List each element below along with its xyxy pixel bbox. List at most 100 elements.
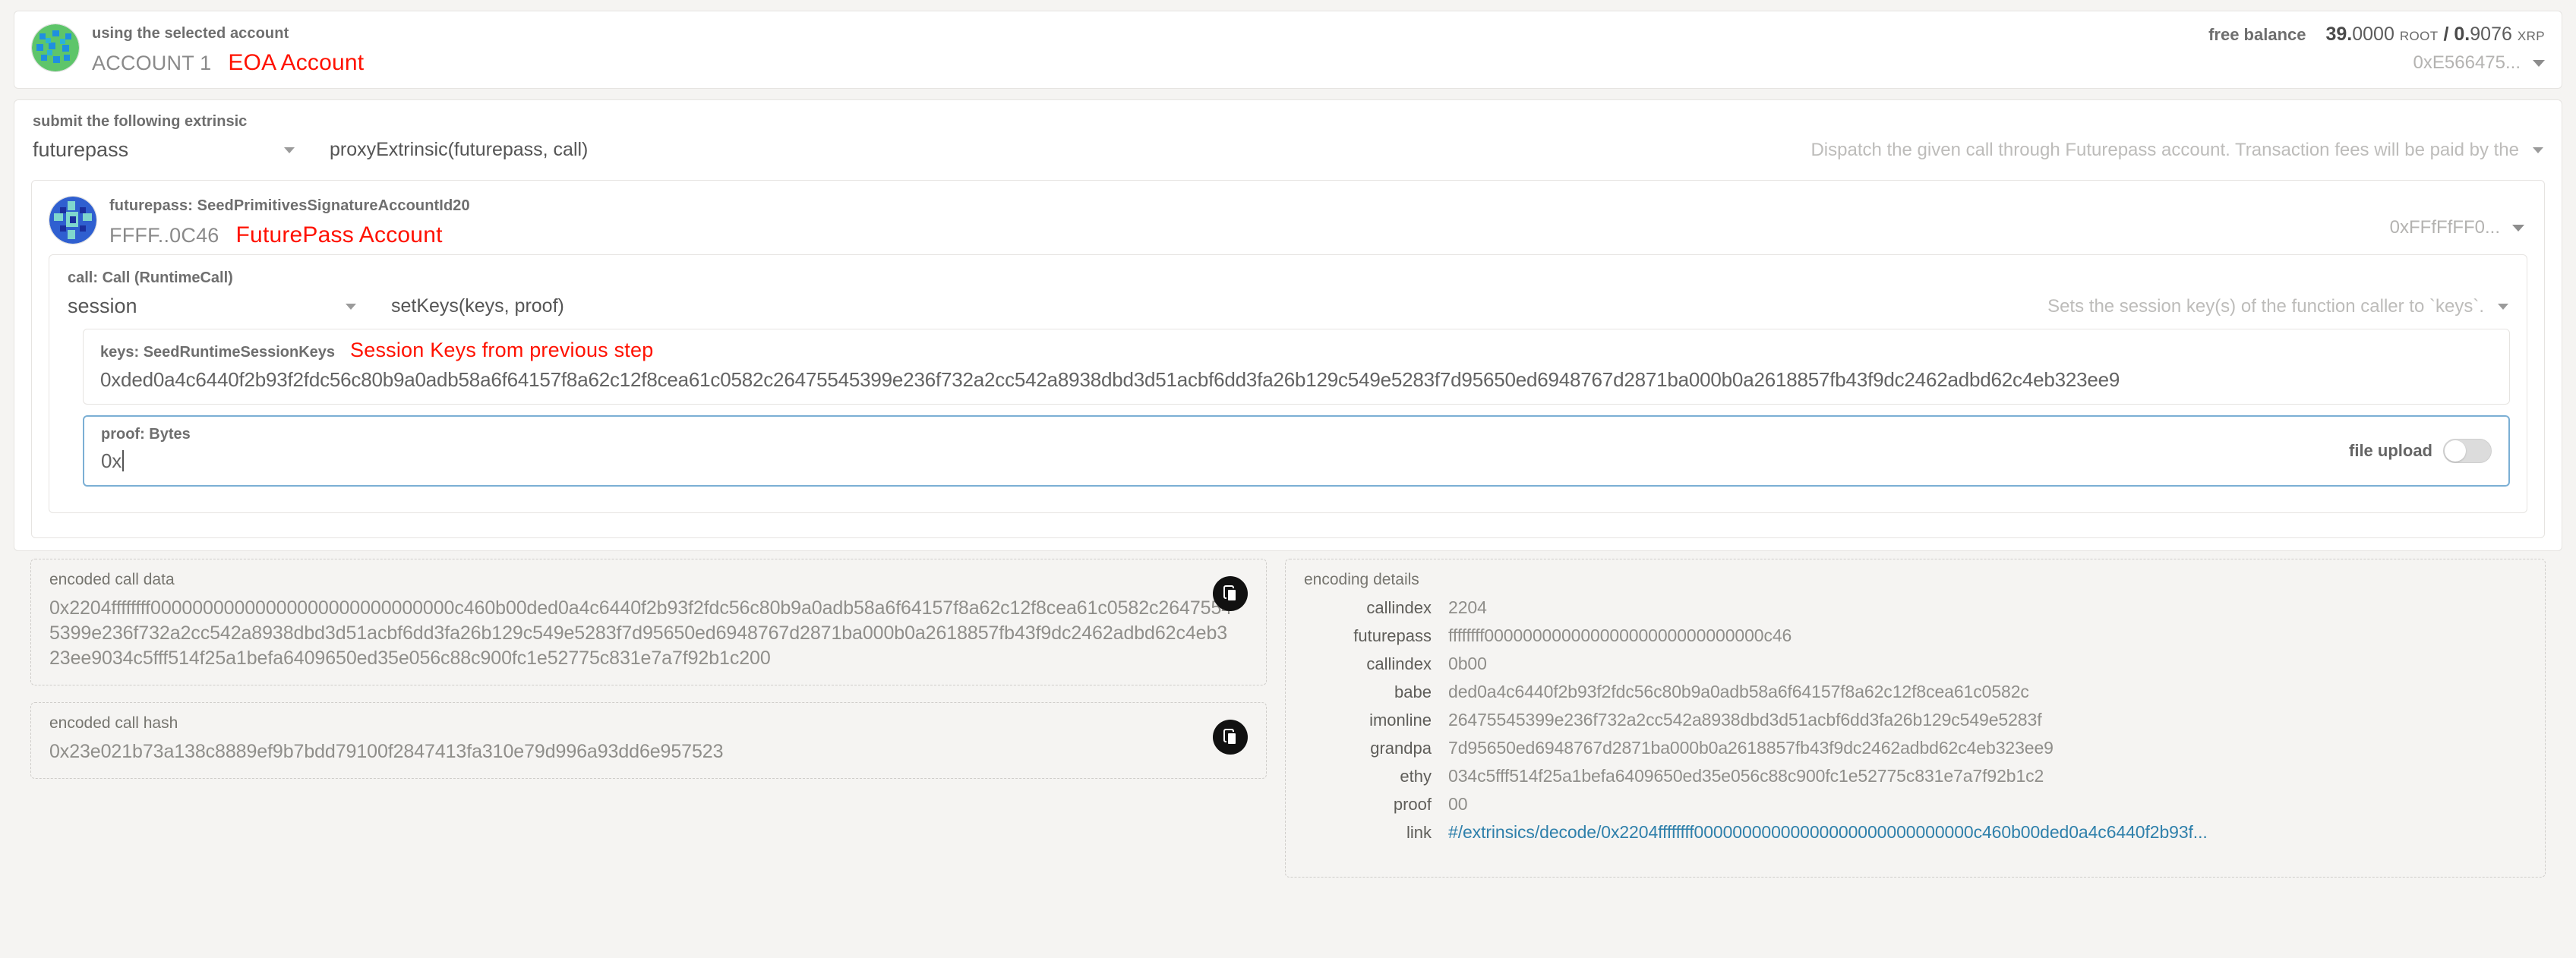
- encoding-detail-value: 034c5fff514f25a1befa6409650ed35e056c88c9…: [1448, 766, 2044, 786]
- copy-icon[interactable]: [1213, 720, 1248, 755]
- proof-param-box[interactable]: proof: Bytes 0x file upload: [83, 415, 2510, 487]
- encoding-detail-row: imonline 26475545399e236f732a2cc542a8938d…: [1304, 710, 2527, 730]
- extrinsic-label: submit the following extrinsic: [33, 113, 248, 130]
- encoded-call-hash-value: 0x23e021b73a138c8889ef9b7bdd79100f284741…: [49, 741, 724, 762]
- encoded-call-hash-box: encoded call hash 0x23e021b73a138c8889ef…: [30, 702, 1267, 779]
- encoding-detail-key: grandpa: [1370, 739, 1432, 758]
- encoding-detail-value: 0b00: [1448, 654, 1487, 673]
- output-section: encoded call data 0x2204ffffffff00000000…: [14, 551, 2562, 878]
- encoding-detail-key: ethy: [1400, 767, 1432, 786]
- encoding-detail-key: proof: [1393, 795, 1432, 814]
- chevron-down-icon[interactable]: [2512, 224, 2524, 232]
- call-param-box: call: Call (RuntimeCall) session setKeys…: [49, 254, 2527, 513]
- account-name: ACCOUNT 1: [92, 52, 212, 74]
- encoding-details-box: encoding details callindex 2204 futurepass…: [1285, 559, 2546, 878]
- account-row[interactable]: using the selected account ACCOUNT 1 EOA…: [14, 11, 2562, 88]
- file-upload-switch[interactable]: [2443, 439, 2492, 463]
- account-identicon: [31, 24, 80, 72]
- encoded-call-hash-title: encoded call hash: [49, 714, 178, 732]
- call-method-dropdown[interactable]: Sets the session key(s) of the function …: [2047, 296, 2508, 317]
- account-caption: using the selected account: [92, 25, 289, 42]
- encoded-call-data-title: encoded call data: [49, 571, 175, 588]
- chevron-down-icon[interactable]: [346, 303, 356, 310]
- encoded-call-data-value: 0x2204ffffffff00000000000000000000000000…: [49, 597, 1233, 669]
- encoding-detail-value: 2204: [1448, 597, 1487, 617]
- call-description: Sets the session key(s) of the function …: [2047, 295, 2484, 317]
- selected-account-panel: using the selected account ACCOUNT 1 EOA…: [14, 11, 2562, 89]
- balance-root-dec: 0000: [2352, 24, 2394, 45]
- chevron-down-icon[interactable]: [2498, 303, 2508, 310]
- encoding-detail-row: futurepass ffffffff0000000000000000000000…: [1304, 626, 2527, 646]
- balance-xrp-dec: 9076: [2470, 24, 2512, 45]
- balance-separator: /: [2443, 24, 2449, 45]
- output-right-column: encoding details callindex 2204 futurepass…: [1285, 559, 2546, 878]
- encoding-detail-value: ffffffff00000000000000000000000000000c46: [1448, 626, 1792, 645]
- encoding-detail-key: callindex: [1366, 654, 1432, 673]
- call-section-dropdown[interactable]: session: [68, 295, 364, 318]
- encoding-detail-key: babe: [1394, 682, 1432, 701]
- account-address-dropdown[interactable]: 0xE566475...: [2208, 52, 2545, 74]
- encoding-detail-row: grandpa 7d95650ed6948767d2871ba000b0a2618…: [1304, 738, 2527, 758]
- encoding-detail-key: futurepass: [1353, 626, 1432, 645]
- proof-param-value[interactable]: 0x: [101, 449, 2492, 473]
- extrinsic-section-dropdown[interactable]: futurepass: [33, 138, 302, 162]
- extrinsic-panel: submit the following extrinsic futurepas…: [14, 99, 2562, 551]
- extrinsic-method-dropdown[interactable]: Dispatch the given call through Futurepa…: [1810, 140, 2543, 161]
- call-section-value: session: [68, 295, 137, 317]
- keys-param-box[interactable]: keys: SeedRuntimeSessionKeys Session Key…: [83, 329, 2510, 405]
- extrinsic-section-value: futurepass: [33, 138, 129, 161]
- call-selector-block: call: Call (RuntimeCall) session setKeys…: [66, 264, 2510, 326]
- extrinsic-method-signature: proxyExtrinsic(futurepass, call): [330, 139, 589, 160]
- encoding-detail-value: 26475545399e236f732a2cc542a8938dbd3d51ac…: [1448, 710, 2042, 730]
- encoding-detail-row: proof 00: [1304, 794, 2527, 815]
- switch-knob: [2445, 440, 2466, 462]
- keys-param-value[interactable]: 0xded0a4c6440f2b93f2fdc56c80b9a0adb58a6f…: [100, 368, 2492, 392]
- encoding-details-rows: callindex 2204 futurepass ffffffff000000000…: [1304, 597, 2527, 843]
- extrinsic-description: Dispatch the given call through Futurepa…: [1810, 139, 2519, 160]
- call-label: call: Call (RuntimeCall): [68, 269, 233, 286]
- free-balance-value: 39.0000 ROOT / 0.9076 XRP: [2325, 24, 2545, 46]
- encoding-detail-row: ethy 034c5fff514f25a1befa6409650ed35e056c…: [1304, 766, 2527, 786]
- keys-param-label: keys: SeedRuntimeSessionKeys: [100, 344, 336, 361]
- encoding-detail-value: ded0a4c6440f2b93f2fdc56c80b9a0adb58a6f64…: [1448, 682, 2029, 701]
- encoding-detail-link[interactable]: #/extrinsics/decode/0x2204ffffffff000000…: [1448, 822, 2208, 843]
- encoding-detail-key: imonline: [1369, 711, 1432, 730]
- text-cursor: [122, 450, 125, 471]
- free-balance-label: free balance: [2208, 25, 2306, 44]
- futurepass-address-short: 0xFFfFfFF0...: [2389, 217, 2500, 238]
- futurepass-address-dropdown[interactable]: 0xFFfFfFF0...: [2390, 217, 2524, 238]
- encoding-detail-row: callindex 0b00: [1304, 654, 2527, 674]
- balance-root-int: 39.: [2325, 24, 2353, 45]
- encoding-detail-key: link: [1406, 823, 1432, 842]
- call-method-signature: setKeys(keys, proof): [391, 295, 564, 317]
- encoding-detail-value: 00: [1448, 794, 1468, 814]
- account-balance-area: free balance 39.0000 ROOT / 0.9076 XRP 0…: [2208, 24, 2545, 74]
- extrinsic-selector-block: submit the following extrinsic futurepas…: [14, 100, 2562, 177]
- account-text: using the selected account ACCOUNT 1 EOA…: [92, 22, 364, 76]
- futurepass-account-text: futurepass: SeedPrimitivesSignatureAccou…: [109, 194, 470, 248]
- futurepass-annotation: FuturePass Account: [235, 222, 443, 247]
- encoding-detail-row: link #/extrinsics/decode/0x2204ffffffff00…: [1304, 822, 2527, 843]
- balance-root-unit: ROOT: [2399, 29, 2439, 43]
- futurepass-identicon: [49, 196, 97, 244]
- file-upload-label: file upload: [2349, 441, 2432, 460]
- encoding-detail-row: babe ded0a4c6440f2b93f2fdc56c80b9a0adb58a…: [1304, 682, 2527, 702]
- chevron-down-icon[interactable]: [2533, 59, 2545, 67]
- encoding-detail-key: callindex: [1366, 598, 1432, 617]
- chevron-down-icon[interactable]: [284, 147, 295, 153]
- proof-param-label: proof: Bytes: [101, 426, 191, 443]
- extrinsics-page: using the selected account ACCOUNT 1 EOA…: [0, 11, 2576, 878]
- copy-icon[interactable]: [1213, 576, 1248, 611]
- account-address-short: 0xE566475...: [2413, 52, 2521, 73]
- encoding-detail-row: callindex 2204: [1304, 597, 2527, 618]
- output-left-column: encoded call data 0x2204ffffffff00000000…: [30, 559, 1267, 878]
- balance-xrp-int: 0.: [2454, 24, 2470, 45]
- chevron-down-icon[interactable]: [2533, 147, 2543, 153]
- futurepass-account-row[interactable]: futurepass: SeedPrimitivesSignatureAccou…: [49, 190, 2527, 251]
- futurepass-name: FFFF..0C46: [109, 224, 219, 247]
- keys-param-annotation: Session Keys from previous step: [350, 339, 654, 361]
- encoding-details-title: encoding details: [1304, 571, 1419, 588]
- file-upload-toggle[interactable]: file upload: [2349, 439, 2492, 463]
- encoded-call-data-box: encoded call data 0x2204ffffffff00000000…: [30, 559, 1267, 685]
- encoding-detail-value: 7d95650ed6948767d2871ba000b0a2618857fb43…: [1448, 738, 2054, 758]
